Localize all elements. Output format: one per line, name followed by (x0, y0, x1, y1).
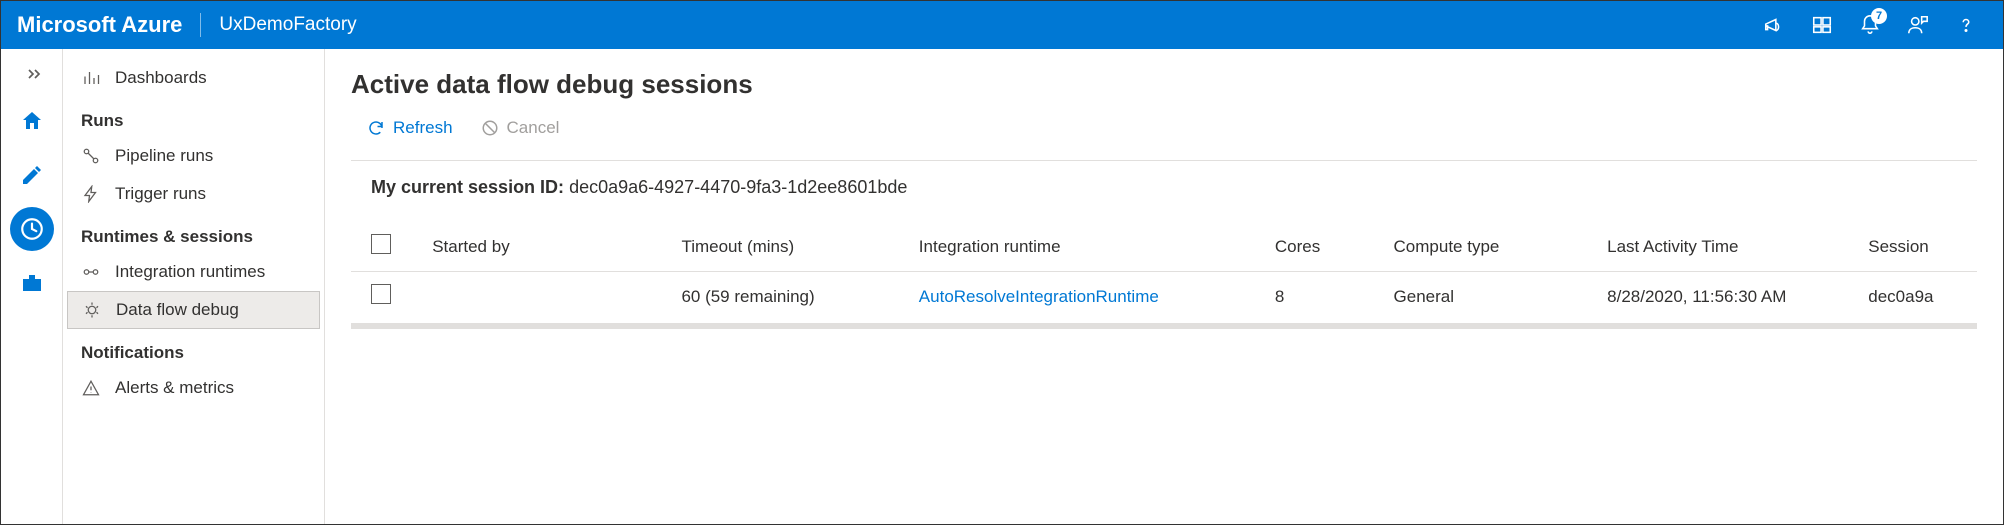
sidebar-section-runtimes: Runtimes & sessions (63, 213, 324, 253)
page-title: Active data flow debug sessions (351, 69, 1977, 100)
rail-toolbox-icon[interactable] (10, 261, 54, 305)
cell-ctype: General (1384, 272, 1598, 322)
sidebar-pipeline-runs[interactable]: Pipeline runs (63, 137, 324, 175)
cell-timeout: 60 (59 remaining) (671, 272, 908, 322)
cancel-button: Cancel (481, 118, 560, 138)
feedback-icon[interactable] (1811, 14, 1833, 36)
person-feedback-icon[interactable] (1907, 14, 1929, 36)
col-ctype[interactable]: Compute type (1384, 222, 1598, 272)
rail-home-icon[interactable] (10, 99, 54, 143)
main-content: Active data flow debug sessions Refresh … (325, 49, 2003, 524)
sidebar-section-runs: Runs (63, 97, 324, 137)
rail-monitor-icon[interactable] (10, 207, 54, 251)
bell-icon[interactable]: 7 (1859, 14, 1881, 36)
row-checkbox[interactable] (371, 284, 391, 304)
sidebar-label: Dashboards (115, 68, 207, 88)
session-info: My current session ID: dec0a9a6-4927-447… (351, 177, 1977, 198)
expand-rail-button[interactable] (1, 59, 62, 89)
left-rail (1, 49, 63, 524)
col-started-by[interactable]: Started by (422, 222, 671, 272)
session-label: My current session ID: (371, 177, 564, 197)
factory-name: UxDemoFactory (219, 14, 356, 36)
rail-pencil-icon[interactable] (10, 153, 54, 197)
refresh-label: Refresh (393, 118, 453, 138)
sidebar-data-flow-debug[interactable]: Data flow debug (67, 291, 320, 329)
trigger-icon (81, 184, 101, 204)
brand-divider (200, 13, 201, 37)
debug-icon (82, 300, 102, 320)
sidebar-label: Trigger runs (115, 184, 206, 204)
col-session[interactable]: Session (1858, 222, 1977, 272)
select-all-checkbox[interactable] (371, 234, 391, 254)
cell-cores: 8 (1265, 272, 1384, 322)
horizontal-scrollbar[interactable] (351, 323, 1977, 329)
sidebar-dashboards[interactable]: Dashboards (63, 59, 324, 97)
brand: Microsoft Azure (17, 12, 182, 38)
cancel-label: Cancel (507, 118, 560, 138)
refresh-button[interactable]: Refresh (367, 118, 453, 138)
col-cores[interactable]: Cores (1265, 222, 1384, 272)
sidebar-label: Pipeline runs (115, 146, 213, 166)
help-icon[interactable] (1955, 14, 1977, 36)
col-ir[interactable]: Integration runtime (909, 222, 1265, 272)
sidebar-integration-runtimes[interactable]: Integration runtimes (63, 253, 324, 291)
pipeline-icon (81, 146, 101, 166)
sidebar-alerts-metrics[interactable]: Alerts & metrics (63, 369, 324, 407)
sidebar-label: Data flow debug (116, 300, 239, 320)
sidebar-label: Integration runtimes (115, 262, 265, 282)
megaphone-icon[interactable] (1763, 14, 1785, 36)
col-timeout[interactable]: Timeout (mins) (671, 222, 908, 272)
sidebar-section-notifications: Notifications (63, 329, 324, 369)
sidebar-label: Alerts & metrics (115, 378, 234, 398)
table-row[interactable]: 60 (59 remaining) AutoResolveIntegration… (351, 272, 1977, 322)
dashboard-icon (81, 68, 101, 88)
cell-started-by (422, 272, 671, 322)
alert-icon (81, 378, 101, 398)
table-header-row: Started by Timeout (mins) Integration ru… (351, 222, 1977, 272)
top-bar: Microsoft Azure UxDemoFactory 7 (1, 1, 2003, 49)
toolbar-divider (351, 160, 1977, 161)
sidebar-trigger-runs[interactable]: Trigger runs (63, 175, 324, 213)
notification-badge: 7 (1871, 8, 1887, 24)
topbar-icons: 7 (1763, 14, 1977, 36)
sessions-table: Started by Timeout (mins) Integration ru… (351, 222, 1977, 329)
col-last-activity[interactable]: Last Activity Time (1597, 222, 1858, 272)
sidebar: Dashboards Runs Pipeline runs Trigger ru… (63, 49, 325, 524)
session-id: dec0a9a6-4927-4470-9fa3-1d2ee8601bde (569, 177, 907, 197)
cell-last: 8/28/2020, 11:56:30 AM (1597, 272, 1858, 322)
toolbar: Refresh Cancel (351, 118, 1977, 138)
cell-sid: dec0a9a (1858, 272, 1977, 322)
cell-ir[interactable]: AutoResolveIntegrationRuntime (909, 272, 1265, 322)
ir-icon (81, 262, 101, 282)
